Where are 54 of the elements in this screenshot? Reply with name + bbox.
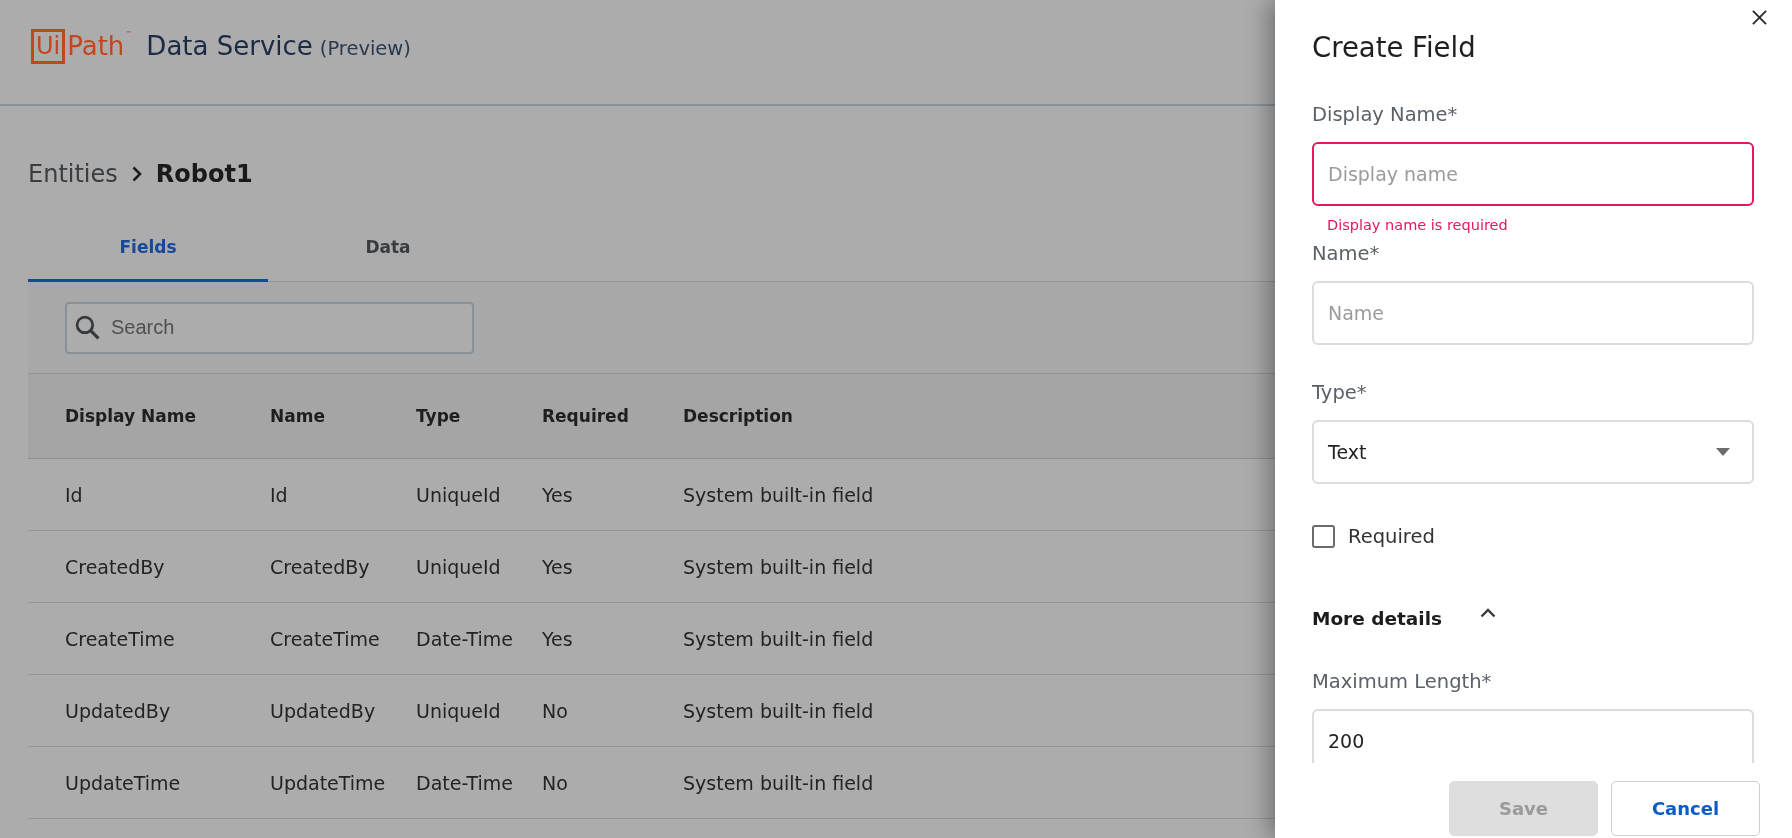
column-header: Name	[270, 406, 325, 426]
table-cell: Yes	[542, 627, 573, 650]
field-label: Name*	[1312, 242, 1380, 266]
field-label: Type*	[1312, 381, 1367, 405]
table-cell: Date-Time	[416, 627, 514, 650]
table-cell: Date-Time	[416, 771, 514, 794]
table-cell: Yes	[542, 555, 573, 578]
table-cell: UpdateTime	[270, 771, 386, 794]
checkbox-label: Required	[1348, 524, 1435, 548]
breadcrumb-current: Robot1	[155, 159, 253, 190]
more-details-toggle[interactable]: More details	[1312, 604, 1497, 632]
field-label: Display Name*	[1312, 103, 1458, 127]
table-cell: UpdateTime	[65, 771, 181, 794]
table-cell: UniqueId	[416, 699, 501, 722]
table-cell: System built-in field	[683, 699, 874, 722]
breadcrumb-link[interactable]: Entities	[28, 158, 118, 190]
table-cell: System built-in field	[683, 627, 874, 650]
table-cell: CreateTime	[270, 627, 380, 650]
table-cell: CreatedBy	[65, 555, 165, 578]
table-cell: No	[542, 771, 568, 794]
table-cell: System built-in field	[683, 555, 874, 578]
footer-button[interactable]: Cancel	[1611, 781, 1760, 836]
table-cell: No	[542, 699, 568, 722]
table-cell: System built-in field	[683, 771, 874, 794]
column-header: Type	[416, 406, 461, 426]
text-field[interactable]: Display name	[1312, 142, 1754, 206]
app-subtitle: (Preview)	[319, 37, 411, 60]
table-cell: UpdatedBy	[270, 699, 376, 722]
search-icon	[75, 314, 100, 340]
close-button[interactable]	[1751, 9, 1768, 26]
error-message: Display name is required	[1327, 217, 1508, 233]
text-field[interactable]: 200	[1312, 709, 1754, 763]
field-label: Maximum Length*	[1312, 670, 1492, 694]
table-cell: Yes	[542, 483, 573, 506]
table-cell: CreateTime	[65, 627, 175, 650]
table-cell: UniqueId	[416, 555, 501, 578]
table-cell: System built-in field	[683, 483, 874, 506]
tab[interactable]: Data	[268, 223, 508, 282]
chevron-right-icon	[131, 166, 142, 182]
checkbox[interactable]	[1312, 524, 1335, 548]
column-header: Description	[683, 406, 793, 426]
column-header: Display Name	[65, 406, 196, 426]
table-cell: UpdatedBy	[65, 699, 171, 722]
panel-title: Create Field	[1312, 30, 1477, 65]
type-select[interactable]: Text	[1312, 420, 1754, 484]
table-cell: Id	[270, 483, 288, 506]
table-cell: UniqueId	[416, 483, 501, 506]
caret-down-icon	[1716, 448, 1730, 456]
table-cell: Id	[65, 483, 83, 506]
table-cell: CreatedBy	[270, 555, 370, 578]
close-icon	[1752, 10, 1767, 25]
search-field[interactable]: Search	[65, 301, 474, 354]
column-header: Required	[542, 406, 629, 426]
app-title: Data Service	[146, 31, 313, 61]
